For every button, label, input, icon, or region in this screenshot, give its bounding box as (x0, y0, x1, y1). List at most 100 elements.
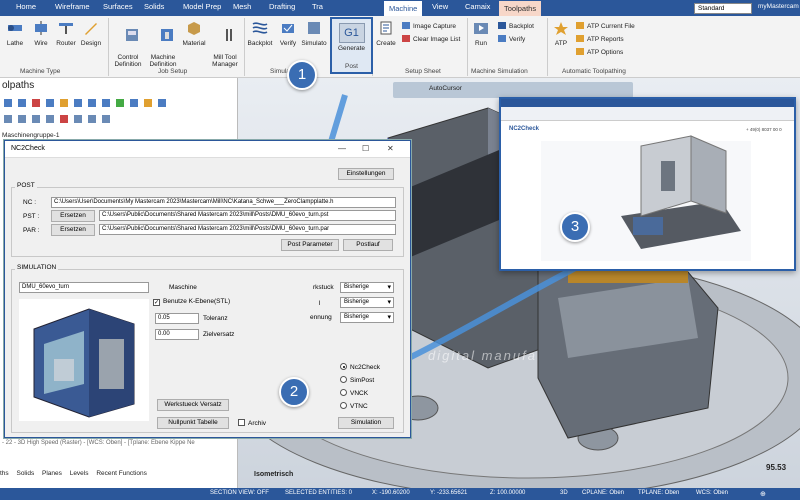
backplot-small-icon (498, 22, 506, 29)
design-button[interactable]: Design (79, 20, 103, 47)
material-button[interactable]: Material (180, 20, 208, 47)
view-name: Isometrisch (254, 471, 294, 478)
backplot-button[interactable]: Backplot (246, 20, 274, 47)
tab-recent-functions[interactable]: Recent Functions (96, 470, 147, 477)
target-offset-label: Zielversatz (203, 331, 235, 338)
radio-nc2check[interactable]: Nc2Check (340, 363, 380, 371)
atp-reports-button[interactable]: ATP Reports (576, 35, 624, 43)
use-k-plane-checkbox[interactable]: ✓ Benutze K-Ebene(STL) (153, 298, 230, 306)
tab-mesh[interactable]: Mesh (233, 2, 251, 11)
run-button[interactable]: Run (470, 20, 492, 47)
simulation-button[interactable]: Simulation (338, 417, 394, 429)
workpiece-offset-button[interactable]: Werkstueck Versatz (157, 399, 229, 411)
lathe-button[interactable]: Lathe (4, 20, 26, 47)
router-icon (59, 23, 73, 34)
configuration-dropdown[interactable]: Standard (694, 3, 752, 14)
tab-home[interactable]: Home (16, 2, 36, 11)
atp-reports-label: ATP Reports (587, 36, 624, 43)
settings-button[interactable]: Einstellungen (338, 168, 394, 180)
workpiece-select[interactable]: Bisherige (340, 282, 394, 293)
machine-preview-image (19, 299, 149, 421)
radio-vtnc[interactable]: VTNC (340, 402, 368, 410)
tab-solids[interactable]: Solids (144, 2, 164, 11)
image-capture-button[interactable]: Image Capture (402, 22, 456, 30)
step-badge-3: 3 (560, 212, 590, 242)
zero-point-table-button[interactable]: Nullpunkt Tabelle (157, 417, 229, 429)
tab-levels-manager[interactable]: Levels (70, 470, 89, 477)
minimize-icon[interactable]: — (338, 144, 346, 153)
use-k-plane-label: Benutze K-Ebene(STL) (163, 298, 231, 305)
simulator-button[interactable]: Simulato (301, 20, 327, 47)
cplane-status[interactable]: CPLANE: Oben (582, 490, 624, 496)
tab-planes-manager[interactable]: Planes (42, 470, 62, 477)
fixture-select[interactable]: Bisherige (340, 297, 394, 308)
tab-model-prep[interactable]: Model Prep (183, 2, 221, 11)
par-path-field[interactable]: C:\Users\Public\Documents\Shared Masterc… (99, 224, 396, 235)
atp-options-button[interactable]: ATP Options (576, 48, 623, 56)
checkbox-checked[interactable]: ✓ (153, 299, 160, 306)
tab-view[interactable]: View (432, 2, 448, 11)
tab-toolpaths-manager[interactable]: ths (0, 470, 9, 477)
atp-button[interactable]: ATP (550, 20, 572, 47)
radio-simpost[interactable]: SimPost (340, 376, 374, 384)
radio-vnck[interactable]: VNCK (340, 389, 368, 397)
user-account[interactable]: myMastercam (758, 3, 799, 10)
tab-camaix[interactable]: Camaix (465, 2, 490, 11)
design-icon (85, 23, 97, 35)
toolpaths-toolbar-1[interactable] (4, 98, 234, 108)
section-view-status[interactable]: SECTION VIEW: OFF (210, 490, 269, 496)
radio-off-icon (340, 402, 347, 409)
nc-path-field[interactable]: C:\Users\User\Documents\My Mastercam 202… (51, 197, 396, 208)
mill-tool-manager-button[interactable]: Mill Tool Manager (209, 20, 241, 82)
router-button[interactable]: Router (54, 20, 78, 47)
tree-machine-group[interactable]: Maschinengruppe-1 (2, 132, 59, 139)
view-toolbar[interactable]: AutoCursor (393, 82, 633, 98)
tplane-status[interactable]: TPLANE: Oben (638, 490, 679, 496)
archive-checkbox[interactable]: Archiv (238, 419, 266, 427)
wcs-status[interactable]: WCS: Oben (696, 490, 728, 496)
post-parameter-button[interactable]: Post Parameter (281, 239, 339, 251)
create-button[interactable]: Create (374, 20, 398, 47)
replace-pst-button[interactable]: Ersetzen (51, 210, 95, 222)
clear-image-list-button[interactable]: Clear Image List (402, 35, 460, 43)
machine-label: Maschine (169, 284, 197, 291)
toolpaths-toolbar-2[interactable] (4, 114, 234, 124)
tab-drafting[interactable]: Drafting (269, 2, 295, 11)
tab-wireframe[interactable]: Wireframe (55, 2, 90, 11)
wire-button[interactable]: Wire (30, 20, 52, 47)
maximize-icon[interactable]: ☐ (362, 144, 369, 153)
z-coordinate: Z: 100.00000 (490, 490, 526, 496)
tolerance-field[interactable]: 0.05 (155, 313, 199, 324)
x-coordinate: X: -190.60200 (372, 490, 410, 496)
machine-sim-backplot-button[interactable]: Backplot (498, 22, 534, 30)
step-badge-2: 2 (279, 377, 309, 407)
tab-solids-manager[interactable]: Solids (16, 470, 34, 477)
inset-machine-render (541, 135, 751, 261)
clear-image-list-icon (402, 35, 410, 42)
atp-current-file-button[interactable]: ATP Current File (576, 22, 635, 30)
ribbon-separator (108, 18, 109, 76)
group-automatic-toolpathing: Automatic Toolpathing (562, 68, 626, 75)
ribbon-panel: Lathe Wire Router Design Machine Type Co… (0, 16, 800, 78)
target-offset-field[interactable]: 0.00 (155, 329, 199, 340)
simulator-icon (308, 22, 320, 34)
control-definition-button[interactable]: Control Definition (112, 20, 144, 82)
tab-machine[interactable]: Machine (384, 1, 423, 16)
clamp-select[interactable]: Bisherige (340, 312, 394, 323)
post-run-button[interactable]: Postlauf (343, 239, 393, 251)
close-icon[interactable]: ✕ (387, 144, 394, 153)
orientation-icon[interactable]: ⊕ (760, 490, 766, 498)
generate-post-button[interactable]: G1 Generate Post (330, 17, 373, 74)
tab-transform[interactable]: Tra (312, 2, 323, 11)
verify-button[interactable]: Verify (277, 20, 299, 47)
group-machine-type: Machine Type (20, 68, 61, 75)
machine-field[interactable]: DMU_60evo_turn (19, 282, 149, 293)
pst-path-field[interactable]: C:\Users\Public\Documents\Shared Masterc… (99, 210, 396, 221)
checkbox-unchecked[interactable] (238, 419, 245, 426)
tab-surfaces[interactable]: Surfaces (103, 2, 133, 11)
replace-par-button[interactable]: Ersetzen (51, 224, 95, 236)
machine-sim-verify-button[interactable]: Verify (498, 35, 525, 43)
tab-toolpaths[interactable]: Toolpaths (499, 1, 542, 16)
lathe-icon (8, 25, 22, 31)
mode-status[interactable]: 3D (560, 490, 568, 496)
